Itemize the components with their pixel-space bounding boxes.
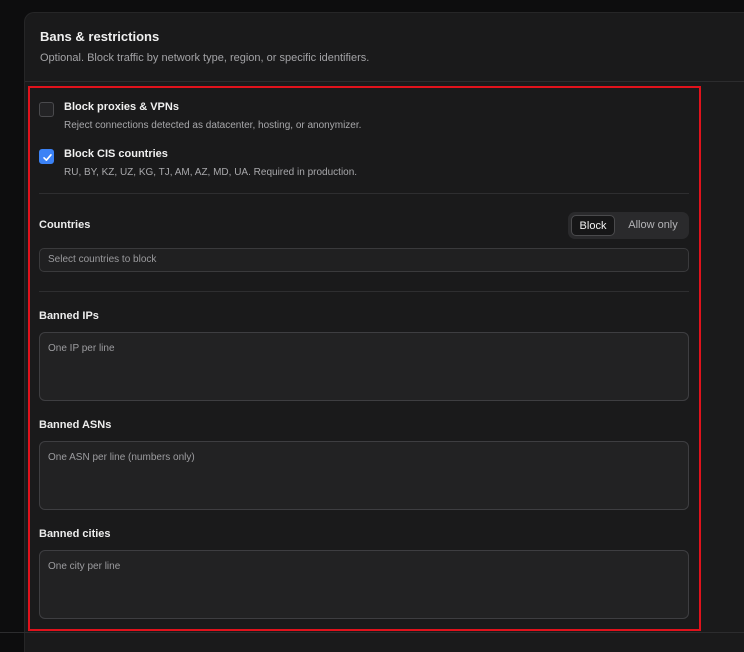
- bottom-divider: [0, 632, 744, 633]
- banned-cities-textarea[interactable]: One city per line: [39, 550, 689, 619]
- countries-label: Countries: [39, 219, 91, 231]
- block-proxies-checkbox[interactable]: [39, 102, 54, 117]
- block-proxies-label: Block proxies & VPNs: [64, 101, 179, 113]
- section-title: Bans & restrictions: [40, 29, 160, 44]
- banned-ips-label: Banned IPs: [39, 310, 99, 322]
- divider: [39, 291, 689, 292]
- banned-ips-textarea[interactable]: One IP per line: [39, 332, 689, 401]
- block-proxies-option[interactable]: Block proxies & VPNs Reject connections …: [39, 93, 689, 133]
- block-cis-label: Block CIS countries: [64, 148, 168, 160]
- allow-only-mode-button[interactable]: Allow only: [620, 215, 686, 236]
- section-subtitle: Optional. Block traffic by network type,…: [40, 52, 370, 64]
- block-cis-option[interactable]: Block CIS countries RU, BY, KZ, UZ, KG, …: [39, 140, 689, 180]
- panel-header: Bans & restrictions Optional. Block traf…: [25, 13, 744, 82]
- checkmark-icon: [43, 154, 52, 161]
- block-mode-button[interactable]: Block: [571, 215, 615, 236]
- countries-select[interactable]: Select countries to block: [39, 248, 689, 272]
- banned-asns-textarea[interactable]: One ASN per line (numbers only): [39, 441, 689, 510]
- country-mode-toggle: Block Allow only: [568, 212, 689, 239]
- block-cis-checkbox[interactable]: [39, 149, 54, 164]
- block-proxies-description: Reject connections detected as datacente…: [64, 120, 362, 131]
- divider: [39, 193, 689, 194]
- banned-cities-label: Banned cities: [39, 528, 111, 540]
- banned-asns-label: Banned ASNs: [39, 419, 112, 431]
- block-cis-description: RU, BY, KZ, UZ, KG, TJ, AM, AZ, MD, UA. …: [64, 167, 358, 178]
